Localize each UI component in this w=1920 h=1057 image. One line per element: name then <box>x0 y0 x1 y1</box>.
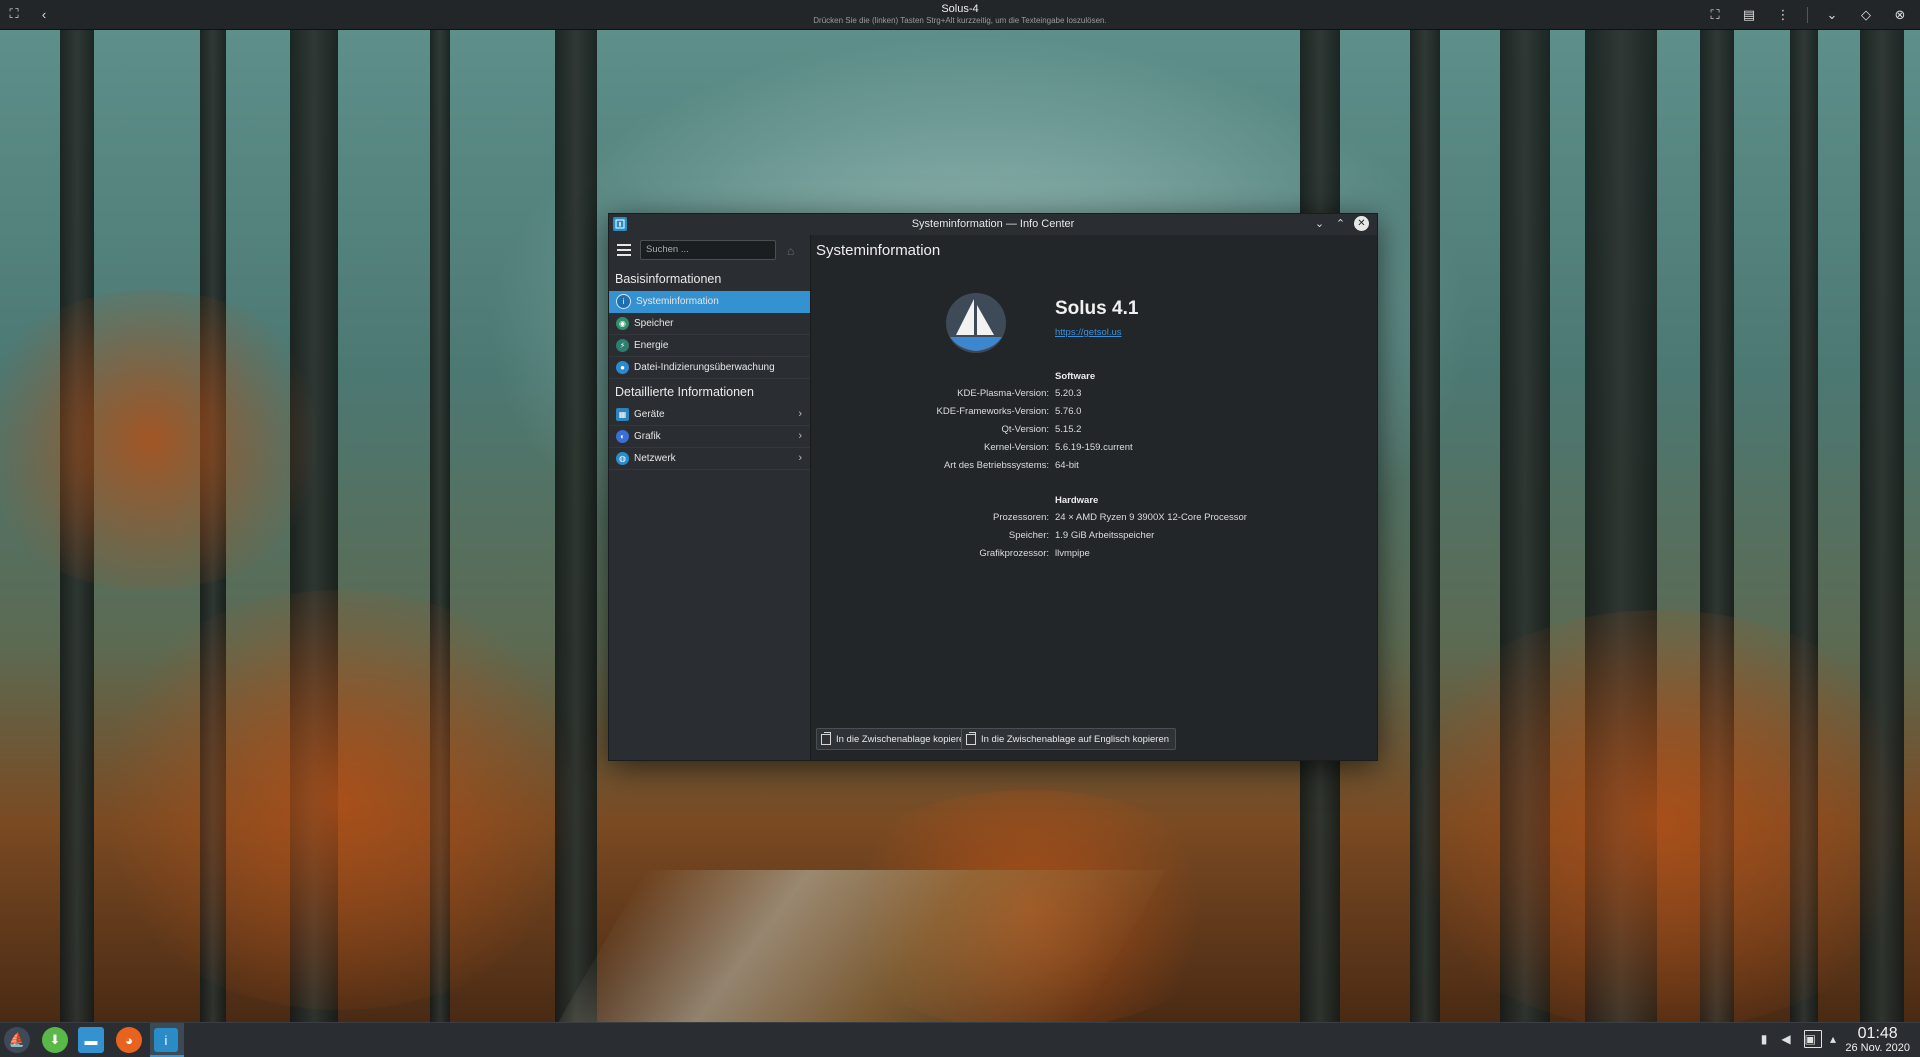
graphics-icon: ◐ <box>616 430 629 443</box>
autumn-foliage <box>0 290 340 590</box>
system-tray: ▮ ◀ ▣ ▴ <box>1761 1032 1836 1046</box>
os-type-value: 64-bit <box>1055 460 1079 471</box>
sidebar-item-label: Datei-Indizierungsüberwachung <box>634 362 775 373</box>
os-website-link[interactable]: https://getsol.us <box>1055 327 1122 338</box>
chevron-right-icon: › <box>798 430 802 442</box>
divider <box>1807 7 1808 23</box>
kde-frameworks-version-value: 5.76.0 <box>1055 406 1082 417</box>
sidebar-item-label: Speicher <box>634 318 674 329</box>
close-icon[interactable]: ⊗ <box>1890 5 1910 25</box>
window-titlebar[interactable]: Systeminformation — Info Center ⌄ ⌃ ✕ <box>609 214 1377 235</box>
sidebar-item-speicher[interactable]: ◉ Speicher <box>609 313 810 335</box>
memory-value: 1.9 GiB Arbeitsspeicher <box>1055 530 1155 541</box>
processors-label: Prozessoren: <box>993 512 1049 523</box>
page-title: Systeminformation <box>816 242 941 259</box>
network-icon: ◍ <box>616 452 629 465</box>
file-manager-icon[interactable]: ▬ <box>78 1027 104 1053</box>
kde-frameworks-version-label: KDE-Frameworks-Version: <box>936 406 1049 417</box>
firefox-icon[interactable]: ◕ <box>116 1027 142 1053</box>
home-icon[interactable]: ⌂ <box>787 244 794 258</box>
sidebar-item-grafik[interactable]: ◐ Grafik › <box>609 426 810 448</box>
solus-logo-icon <box>946 293 1006 353</box>
kde-plasma-version-value: 5.20.3 <box>1055 388 1082 399</box>
copy-button-label: In die Zwischenablage kopieren <box>836 733 970 745</box>
processors-value: 24 × AMD Ryzen 9 3900X 12-Core Processor <box>1055 512 1247 523</box>
sidebar-item-label: Netzwerk <box>634 453 676 464</box>
kernel-version-value: 5.6.19-159.current <box>1055 442 1133 453</box>
menu-dots-icon[interactable]: ⋮ <box>1773 5 1793 25</box>
sidebar: ⌂ Basisinformationen i Systeminformation… <box>609 235 811 760</box>
fullscreen-icon[interactable]: ⛶ <box>1705 5 1725 25</box>
section-detailed-heading: Detaillierte Informationen <box>615 385 754 399</box>
kde-plasma-version-label: KDE-Plasma-Version: <box>957 388 1049 399</box>
copy-to-clipboard-english-button[interactable]: In die Zwischenablage auf Englisch kopie… <box>961 728 1177 750</box>
section-basic-heading: Basisinformationen <box>615 272 722 286</box>
digital-clock[interactable]: 01:48 26 Nov. 2020 <box>1845 1025 1910 1055</box>
devices-icon: ▦ <box>616 408 629 421</box>
sidebar-item-label: Systeminformation <box>636 296 719 307</box>
autumn-foliage <box>1380 610 1920 1022</box>
hardware-heading: Hardware <box>1055 495 1099 506</box>
memory-label: Speicher: <box>1008 530 1049 541</box>
hamburger-menu-icon[interactable] <box>617 244 631 256</box>
copy-to-clipboard-button[interactable]: In die Zwischenablage kopieren <box>816 728 977 750</box>
keyboard-icon[interactable]: ▤ <box>1739 5 1759 25</box>
copy-icon <box>821 731 831 745</box>
clock-date: 26 Nov. 2020 <box>1845 1042 1910 1054</box>
sidebar-item-energie[interactable]: ⚡ Energie <box>609 335 810 357</box>
search-input[interactable] <box>640 240 776 260</box>
memory-icon: ◉ <box>616 317 629 330</box>
close-icon[interactable]: ✕ <box>1354 216 1369 231</box>
autumn-foliage <box>80 590 600 1010</box>
qt-version-value: 5.15.2 <box>1055 424 1082 435</box>
sidebar-item-netzwerk[interactable]: ◍ Netzwerk › <box>609 448 810 470</box>
clock-time: 01:48 <box>1857 1025 1898 1042</box>
software-heading: Software <box>1055 371 1096 382</box>
copy-english-button-label: In die Zwischenablage auf Englisch kopie… <box>981 733 1170 745</box>
kernel-version-label: Kernel-Version: <box>984 442 1049 453</box>
minimize-icon[interactable]: ⌄ <box>1312 216 1327 231</box>
os-name: Solus 4.1 <box>1055 298 1139 319</box>
os-type-label: Art des Betriebssystems: <box>943 460 1049 471</box>
sidebar-item-label: Energie <box>634 340 669 351</box>
file-indexer-icon: ● <box>616 361 629 374</box>
sidebar-item-datei-indizierung[interactable]: ● Datei-Indizierungsüberwachung <box>609 357 810 379</box>
sidebar-item-systeminformation[interactable]: i Systeminformation <box>609 291 810 313</box>
sidebar-item-geraete[interactable]: ▦ Geräte › <box>609 404 810 426</box>
gpu-label: Grafikprozessor: <box>979 548 1049 559</box>
viewer-title: Solus-4 <box>941 3 979 15</box>
energy-icon: ⚡ <box>616 339 629 352</box>
qt-version-label: Qt-Version: <box>1001 424 1049 435</box>
copy-icon <box>966 731 976 745</box>
application-launcher-icon[interactable]: ⛵ <box>4 1027 30 1053</box>
taskbar: ⛵ ⬇ ▬ ◕ i ▮ ◀ ▣ ▴ 01:48 26 Nov. 2020 <box>0 1022 1920 1057</box>
gpu-value: llvmpipe <box>1055 548 1090 559</box>
info-center-task-icon[interactable]: i <box>154 1028 178 1052</box>
keep-above-icon[interactable]: ◇ <box>1856 5 1876 25</box>
show-desktop-icon[interactable] <box>1804 1030 1822 1048</box>
minimize-icon[interactable]: ⌄ <box>1822 5 1842 25</box>
sidebar-header: ⌂ <box>609 235 810 267</box>
usb-device-icon[interactable]: ▮ <box>1761 1032 1768 1046</box>
info-icon: i <box>616 294 631 309</box>
sidebar-item-label: Geräte <box>634 409 665 420</box>
volume-icon[interactable]: ◀ <box>1781 1032 1790 1046</box>
maximize-icon[interactable]: ⌃ <box>1333 216 1348 231</box>
tray-expand-icon[interactable]: ▴ <box>1830 1032 1836 1046</box>
main-content: Systeminformation Solus 4.1 https://gets… <box>811 235 1377 760</box>
window-title: Systeminformation — Info Center <box>911 218 1075 230</box>
software-center-icon[interactable]: ⬇ <box>42 1027 68 1053</box>
remote-viewer-bar: ⛶ ‹ Solus-4 Drücken Sie die (linken) Tas… <box>0 0 1920 30</box>
info-center-window: Systeminformation — Info Center ⌄ ⌃ ✕ ⌂ … <box>608 213 1378 761</box>
forest-path <box>553 870 1167 1022</box>
viewer-hint: Drücken Sie die (linken) Tasten Strg+Alt… <box>813 16 1107 25</box>
sidebar-item-label: Grafik <box>634 431 661 442</box>
chevron-right-icon: › <box>798 408 802 420</box>
chevron-right-icon: › <box>798 452 802 464</box>
